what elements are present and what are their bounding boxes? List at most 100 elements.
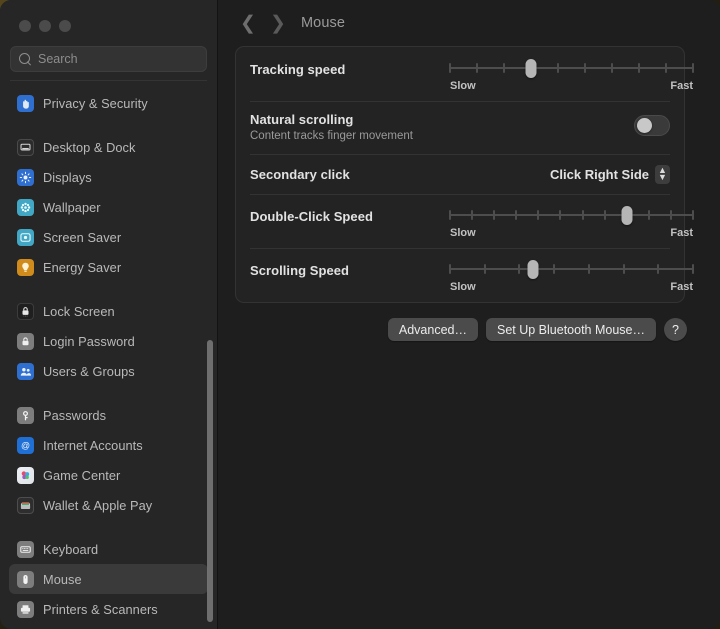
slider-tick: [610, 63, 613, 73]
double-click-speed-knob[interactable]: [621, 206, 633, 225]
natural-scrolling-text: Natural scrolling Content tracks finger …: [250, 112, 634, 142]
sidebar-item-label: Screen Saver: [43, 229, 122, 245]
tracking-speed-min-label: Slow: [450, 80, 476, 92]
sidebar-item-label: Desktop & Dock: [43, 139, 136, 155]
natural-scrolling-description: Content tracks finger movement: [250, 130, 413, 142]
double-click-speed-track[interactable]: [449, 206, 694, 225]
slider-tick: [692, 210, 694, 220]
double-click-speed-scale: Slow Fast: [450, 227, 693, 239]
tracking-speed-scale: Slow Fast: [450, 80, 693, 92]
displays-icon: [17, 168, 34, 186]
help-button[interactable]: ?: [664, 318, 687, 341]
hand-privacy-icon: [17, 94, 34, 112]
sidebar-item-keyboard[interactable]: Keyboard: [9, 534, 208, 564]
slider-tick: [587, 264, 590, 274]
slider-tick: [581, 210, 584, 220]
secondary-click-label: Secondary click: [250, 166, 350, 182]
scrolling-speed-scale: Slow Fast: [450, 281, 693, 293]
slider-tick: [638, 63, 640, 73]
sidebar-item-label: Passwords: [43, 407, 107, 423]
sidebar-divider: [10, 80, 207, 81]
sidebar-item-desktop-dock[interactable]: Desktop & Dock: [9, 132, 208, 162]
zoom-button[interactable]: [59, 20, 71, 32]
sidebar-item-label: Printers & Scanners: [43, 601, 158, 617]
lock-screen-icon: [17, 302, 34, 320]
slider-tick: [657, 264, 660, 274]
sidebar-item-users-groups[interactable]: Users & Groups: [9, 356, 208, 386]
slider-tick: [557, 63, 559, 73]
sidebar-item-screen-saver[interactable]: Screen Saver: [9, 222, 208, 252]
sidebar-item-label: Keyboard: [43, 541, 99, 557]
sidebar-item-login-password[interactable]: Login Password: [9, 326, 208, 356]
sidebar-scrollbar[interactable]: [207, 340, 213, 622]
secondary-click-dropdown[interactable]: Click Right Side ▲ ▼: [550, 164, 670, 184]
energy-saver-icon: [17, 258, 34, 276]
sidebar-item-printers-scanners[interactable]: Printers & Scanners: [9, 594, 208, 624]
scrolling-speed-label: Scrolling Speed: [250, 263, 349, 278]
scrolling-speed-slider[interactable]: Slow Fast: [449, 260, 694, 293]
search-input[interactable]: Search: [10, 46, 207, 72]
scrolling-speed-row: Scrolling Speed Slow Fast: [250, 248, 694, 302]
sidebar-item-lock-screen[interactable]: Lock Screen: [9, 296, 208, 326]
scrolling-speed-knob[interactable]: [527, 260, 539, 279]
main-pane: ❮ ❯ Mouse Tracking speed Slow Fast Natur…: [218, 0, 720, 629]
sidebar-item-label: Displays: [43, 169, 92, 185]
slider-tick: [692, 264, 694, 274]
sidebar-item-label: Login Password: [43, 333, 135, 349]
natural-scrolling-toggle[interactable]: [634, 115, 670, 136]
search-container: Search: [0, 40, 217, 81]
sidebar-item-wallet-apple-pay[interactable]: Wallet & Apple Pay: [9, 490, 208, 520]
sidebar-item-energy-saver[interactable]: Energy Saver: [9, 252, 208, 282]
slider-tick: [476, 63, 478, 73]
sidebar-item-label: Internet Accounts: [43, 437, 143, 453]
slider-tick: [493, 210, 496, 220]
pane-toolbar: ❮ ❯ Mouse: [218, 0, 720, 46]
slider-tick: [553, 264, 556, 274]
chevron-left-icon[interactable]: ❮: [233, 8, 263, 38]
tracking-speed-track[interactable]: [449, 59, 694, 78]
scrolling-speed-min-label: Slow: [450, 281, 476, 293]
system-settings-window: Search Privacy & Security Desktop & Dock D…: [0, 0, 720, 629]
minimize-button[interactable]: [39, 20, 51, 32]
internet-accounts-icon: @: [17, 436, 34, 454]
settings-content: Tracking speed Slow Fast Natural scrolli…: [218, 46, 720, 341]
slider-tick: [449, 264, 451, 274]
slider-tick: [603, 210, 606, 220]
slider-tick: [503, 63, 505, 73]
tracking-speed-knob[interactable]: [525, 59, 537, 78]
set-up-bluetooth-mouse-button[interactable]: Set Up Bluetooth Mouse…: [486, 318, 656, 341]
users-groups-icon: [17, 362, 34, 380]
mouse-settings-card: Tracking speed Slow Fast Natural scrolli…: [235, 46, 694, 303]
svg-text:@: @: [21, 440, 30, 450]
scrolling-speed-track[interactable]: [449, 260, 694, 279]
sidebar-item-game-center[interactable]: Game Center: [9, 460, 208, 490]
slider-tick: [665, 63, 667, 73]
desktop-dock-icon: [17, 138, 34, 156]
sidebar-item-passwords[interactable]: Passwords: [9, 400, 208, 430]
passwords-key-icon: [17, 406, 34, 424]
advanced-button[interactable]: Advanced…: [387, 318, 478, 341]
chevron-right-icon[interactable]: ❯: [263, 8, 293, 38]
toggle-knob: [637, 118, 652, 133]
double-click-speed-row: Double-Click Speed Slow Fast: [250, 194, 694, 248]
sidebar-item-label: Users & Groups: [43, 363, 135, 379]
slider-tick: [515, 210, 518, 220]
sidebar-item-internet-accounts[interactable]: @ Internet Accounts: [9, 430, 208, 460]
double-click-speed-slider[interactable]: Slow Fast: [449, 206, 694, 239]
tracking-speed-row: Tracking speed Slow Fast: [250, 47, 694, 101]
mouse-icon: [17, 570, 34, 588]
sidebar-item-label: Lock Screen: [43, 303, 115, 319]
slider-tick: [559, 210, 562, 220]
sidebar-item-label: Mouse: [43, 571, 82, 587]
screen-saver-icon: [17, 228, 34, 246]
slider-tick: [471, 210, 474, 220]
slider-tick: [449, 63, 451, 73]
close-button[interactable]: [19, 20, 31, 32]
tracking-speed-slider[interactable]: Slow Fast: [449, 59, 694, 92]
sidebar-item-privacy-security[interactable]: Privacy & Security: [9, 88, 208, 118]
sidebar-item-mouse[interactable]: Mouse: [9, 564, 208, 594]
sidebar-item-wallpaper[interactable]: Wallpaper: [9, 192, 208, 222]
sidebar-item-displays[interactable]: Displays: [9, 162, 208, 192]
